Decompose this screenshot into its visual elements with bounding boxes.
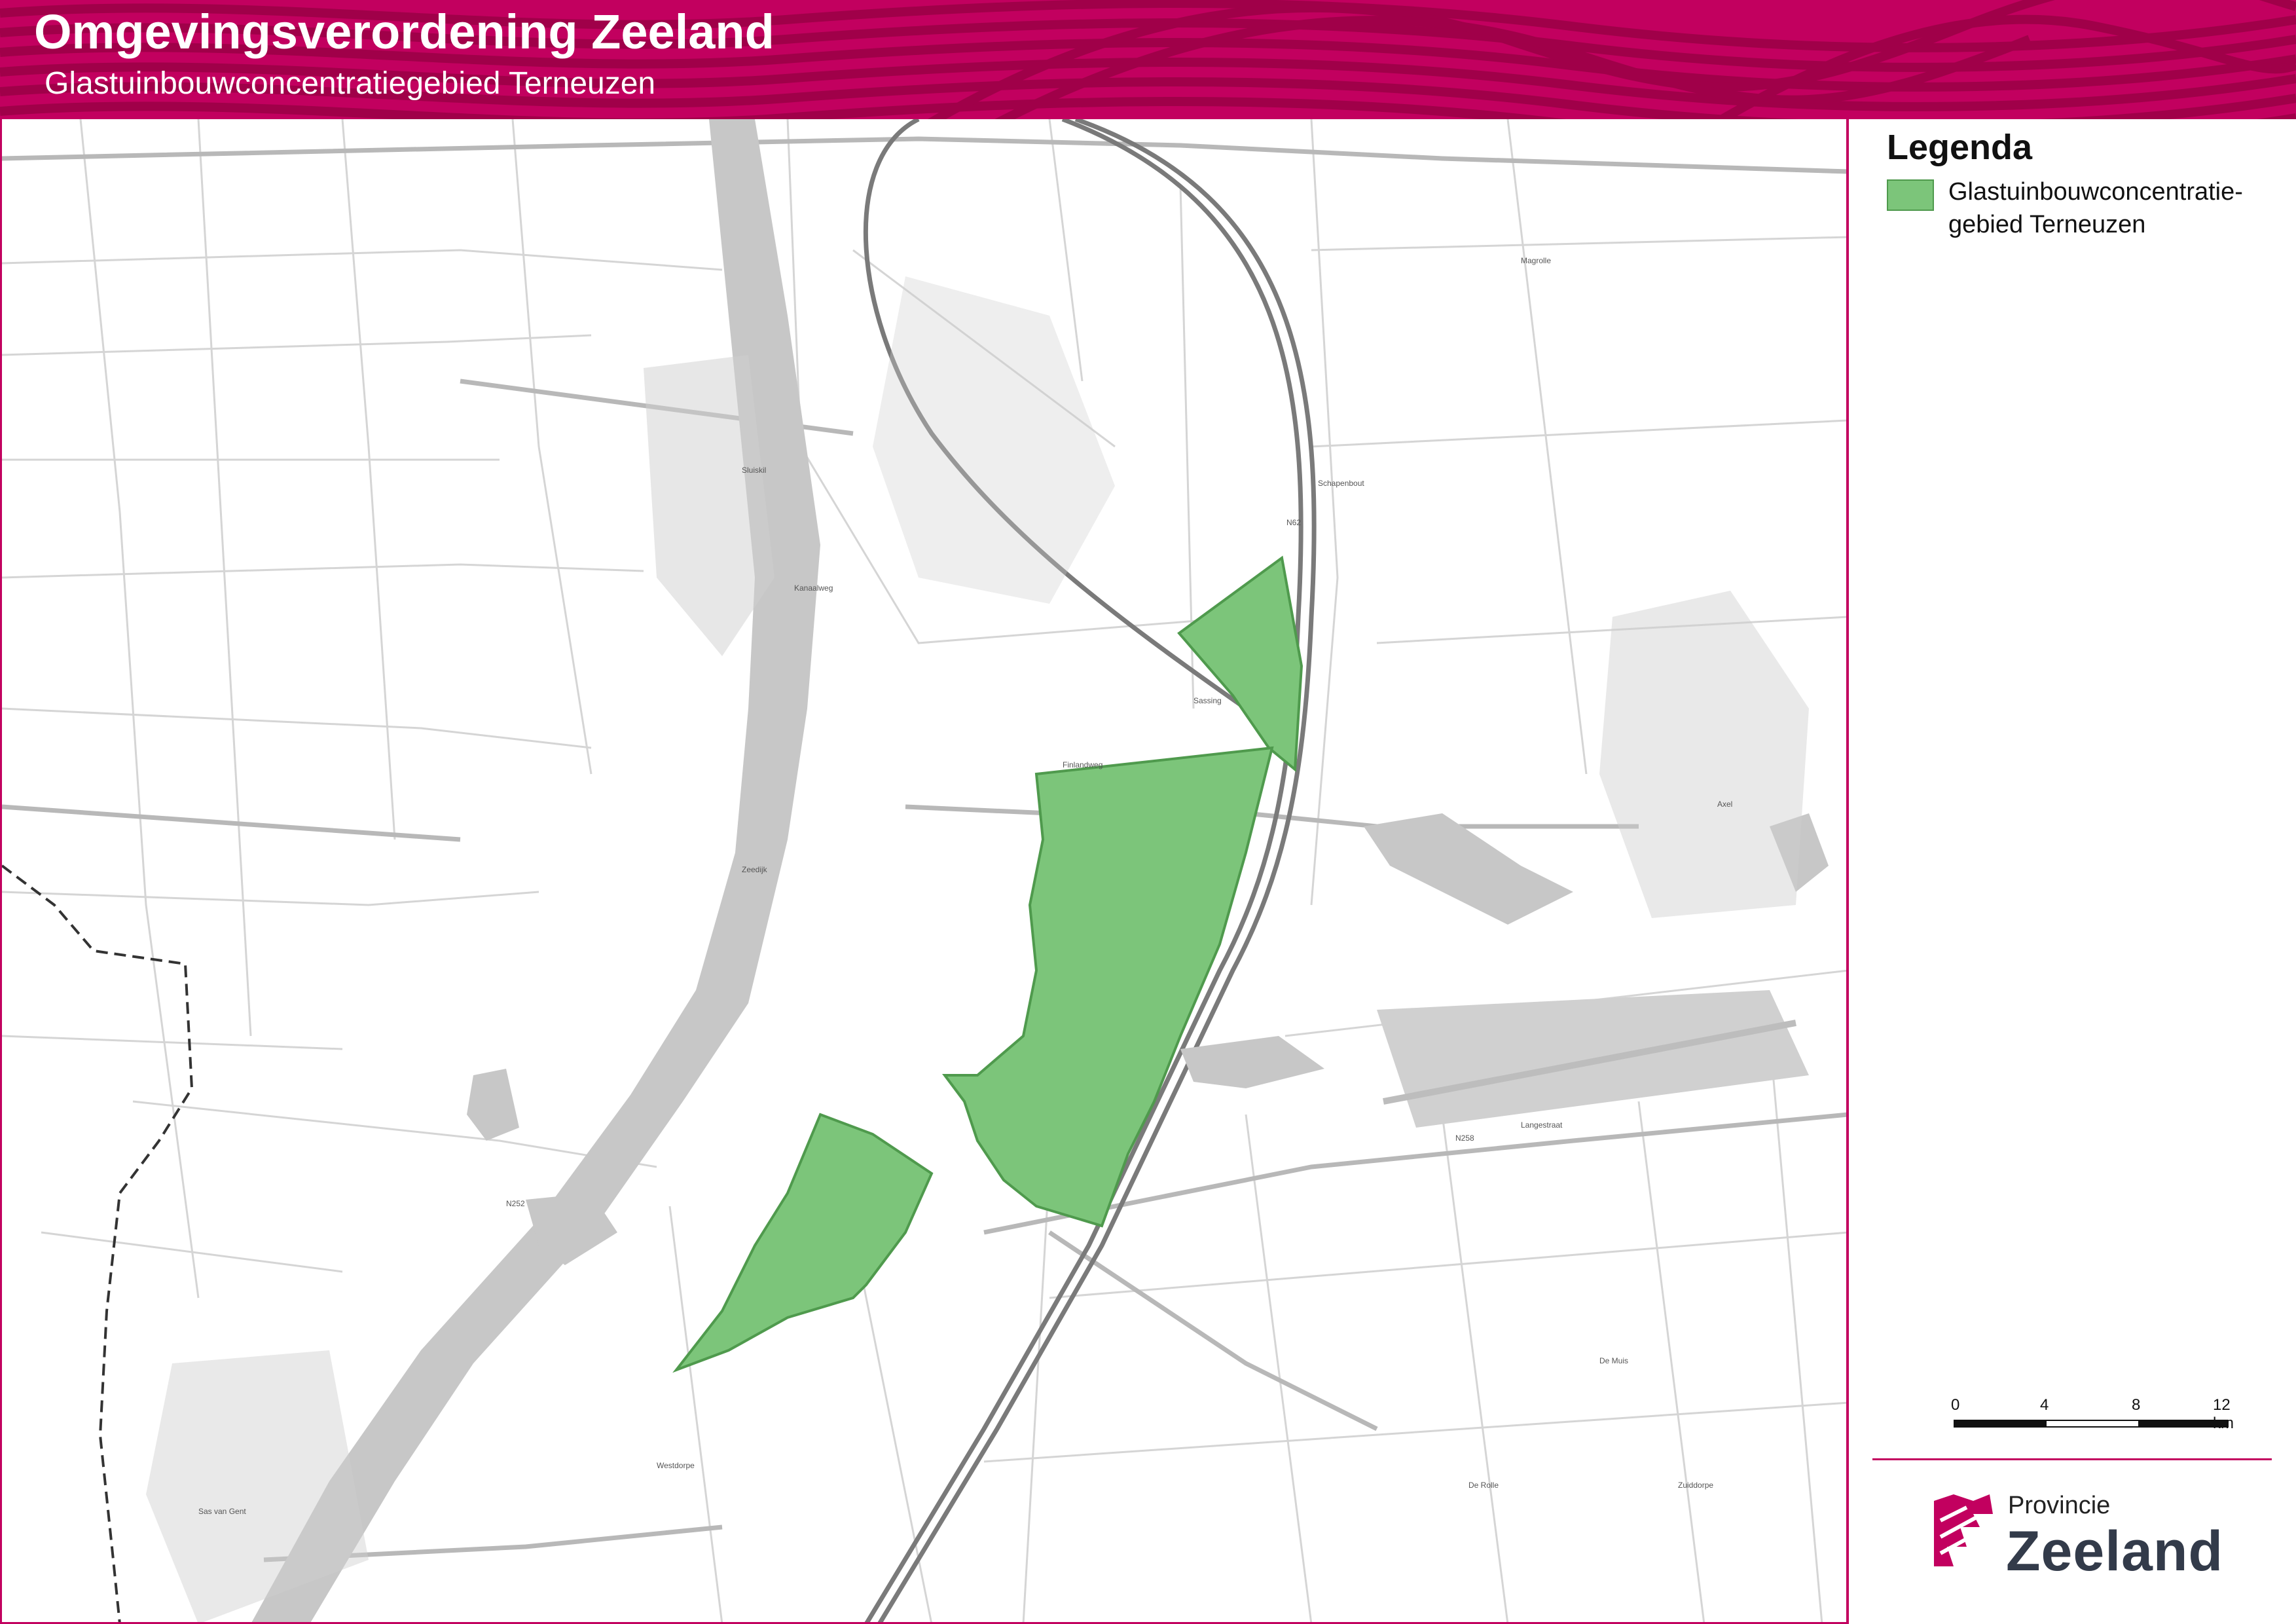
legend-item-label-line1: Glastuinbouwconcentratie- [1948, 178, 2243, 206]
legend-item-label-line2: gebied Terneuzen [1948, 211, 2146, 238]
label-magrolle: Magrolle [1521, 256, 1551, 265]
scale-tick-0: 0 [1951, 1396, 1960, 1414]
label-sluiskil: Sluiskil [742, 466, 766, 475]
scale-bar: 0 4 8 12 km [1951, 1396, 2234, 1435]
label-n258: N258 [1455, 1134, 1474, 1143]
label-sas-van-gent: Sas van Gent [198, 1507, 246, 1516]
label-finlandweg: Finlandweg [1063, 760, 1102, 769]
label-zeedijk: Zeedijk [742, 865, 768, 874]
scale-tick-4: 4 [2040, 1396, 2049, 1414]
scale-tick-8: 8 [2132, 1396, 2141, 1414]
brand-prefix: Provincie [2008, 1492, 2111, 1519]
base-map: N62 N258 N252 Axel Sluiskil Sas van Gent… [2, 119, 1846, 1622]
label-langestraat: Langestraat [1521, 1120, 1563, 1130]
label-n252: N252 [506, 1199, 525, 1208]
label-n62: N62 [1286, 518, 1301, 527]
brand-name: Zeeland [2006, 1520, 2223, 1583]
label-zuiddorpe: Zuiddorpe [1678, 1481, 1713, 1490]
label-schapenbout: Schapenbout [1318, 479, 1364, 488]
brand-divider [1872, 1458, 2272, 1460]
map-subtitle: Glastuinbouwconcentratiegebied Terneuzen [45, 66, 656, 101]
provincie-zeeland-logo: Provincie Zeeland [1927, 1488, 2242, 1599]
label-de-rolle: De Rolle [1468, 1481, 1499, 1490]
map-canvas[interactable]: N62 N258 N252 Axel Sluiskil Sas van Gent… [0, 119, 1846, 1624]
legend-panel: Legenda Glastuinbouwconcentratie- gebied… [1846, 119, 2296, 1624]
label-westdorpe: Westdorpe [657, 1461, 695, 1470]
label-kanaalweg: Kanaalweg [794, 583, 833, 593]
label-de-muis: De Muis [1599, 1356, 1628, 1365]
map-title: Omgevingsverordening Zeeland [34, 5, 774, 59]
zeeland-lion-icon [1934, 1494, 1993, 1566]
header-banner: Omgevingsverordening Zeeland Glastuinbou… [0, 0, 2296, 119]
legend-title: Legenda [1887, 128, 2033, 167]
legend-swatch-glastuinbouw [1887, 179, 1934, 211]
scale-track [1954, 1420, 2229, 1428]
label-axel: Axel [1717, 800, 1732, 809]
label-sassing: Sassing [1194, 696, 1222, 705]
